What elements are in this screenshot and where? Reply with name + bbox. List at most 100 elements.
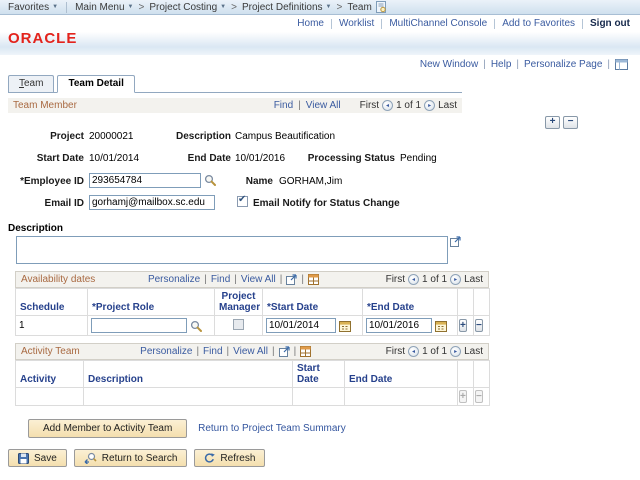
breadcrumb: Favorites ▼ Main Menu ▼ > Project Costin… bbox=[0, 0, 640, 15]
tab-team-detail[interactable]: Team Detail bbox=[57, 75, 135, 93]
breadcrumb-main-menu[interactable]: Main Menu ▼ bbox=[75, 2, 133, 13]
description-area bbox=[16, 236, 640, 264]
add-member-button[interactable]: Add Member to Activity Team bbox=[28, 419, 188, 438]
project-manager-checkbox[interactable] bbox=[233, 318, 244, 330]
project-role-input[interactable] bbox=[91, 318, 187, 333]
breadcrumb-team[interactable]: Team bbox=[347, 1, 386, 13]
help-link[interactable]: Help bbox=[491, 59, 512, 70]
next-row-button[interactable]: ▸ bbox=[450, 274, 462, 285]
employee-id-input[interactable] bbox=[89, 173, 201, 188]
personalize-link[interactable]: Personalize bbox=[140, 346, 192, 357]
link-divider: | bbox=[293, 346, 297, 357]
pager-first-label: First bbox=[385, 346, 406, 357]
grid-title: Availability dates bbox=[21, 274, 96, 285]
sign-out-link[interactable]: Sign out bbox=[590, 18, 630, 29]
previous-row-button[interactable]: ◂ bbox=[408, 346, 420, 357]
worklist-link[interactable]: Worklist bbox=[339, 18, 374, 29]
activity-team-table: Activity Description Start Date End Date… bbox=[15, 360, 490, 406]
return-to-summary-link[interactable]: Return to Project Team Summary bbox=[198, 423, 346, 434]
find-link[interactable]: Find bbox=[274, 100, 293, 111]
link-divider bbox=[494, 18, 496, 29]
home-link[interactable]: Home bbox=[297, 18, 324, 29]
availability-table: Schedule *Project Role Project Manager *… bbox=[15, 288, 490, 336]
tab-team[interactable]: Team bbox=[8, 75, 55, 92]
refresh-button[interactable]: Refresh bbox=[194, 449, 266, 467]
link-divider: | bbox=[516, 59, 519, 70]
chevron-down-icon: ▼ bbox=[52, 4, 59, 10]
view-all-link[interactable]: View All bbox=[241, 274, 276, 285]
add-cell: + bbox=[457, 387, 474, 406]
save-button[interactable]: Save bbox=[8, 449, 67, 467]
link-divider: | bbox=[271, 346, 275, 357]
expand-icon[interactable] bbox=[450, 236, 461, 247]
delete-row-button[interactable]: − bbox=[475, 319, 483, 332]
del-cell: − bbox=[473, 315, 490, 336]
page-icon[interactable] bbox=[375, 1, 387, 13]
find-link[interactable]: Find bbox=[211, 274, 230, 285]
toolbar: Save Return to Search Refresh bbox=[8, 449, 640, 467]
project-role-cell bbox=[87, 315, 215, 336]
breadcrumb-favorites[interactable]: Favorites ▼ bbox=[8, 2, 58, 13]
activity-team-row: + − bbox=[15, 387, 490, 406]
return-to-search-label: Return to Search bbox=[101, 452, 178, 464]
description-textarea[interactable] bbox=[16, 236, 448, 264]
pager-last-label: Last bbox=[438, 100, 457, 111]
breadcrumb-divider bbox=[66, 1, 68, 13]
add-row-button[interactable]: + bbox=[545, 116, 560, 129]
personalize-link[interactable]: Personalize bbox=[148, 274, 200, 285]
calendar-icon[interactable] bbox=[434, 320, 447, 332]
start-date-input[interactable] bbox=[266, 318, 336, 333]
view-all-link[interactable]: View All bbox=[306, 100, 341, 111]
popout-icon[interactable] bbox=[286, 274, 297, 285]
link-divider bbox=[582, 18, 583, 29]
link-divider: | bbox=[298, 100, 301, 111]
tab-bar: Team Team Detail bbox=[8, 75, 462, 93]
magnifier-icon[interactable] bbox=[190, 320, 202, 332]
delete-row-button[interactable]: − bbox=[475, 390, 483, 403]
download-icon[interactable] bbox=[307, 274, 319, 285]
activity-team-titlebar: Activity Team Personalize | Find | View … bbox=[15, 343, 489, 360]
next-row-button[interactable]: ▸ bbox=[424, 100, 436, 111]
del-cell: − bbox=[473, 387, 490, 406]
calendar-icon[interactable] bbox=[338, 320, 351, 332]
delete-row-button[interactable]: − bbox=[563, 116, 578, 129]
breadcrumb-project-definitions[interactable]: Project Definitions ▼ bbox=[242, 2, 332, 13]
view-all-link[interactable]: View All bbox=[233, 346, 268, 357]
previous-row-button[interactable]: ◂ bbox=[408, 274, 420, 285]
add-row-button[interactable]: + bbox=[459, 319, 467, 332]
return-to-search-button[interactable]: Return to Search bbox=[73, 449, 188, 467]
description-value: Campus Beautification bbox=[235, 131, 336, 142]
oracle-logo: ORACLE bbox=[8, 30, 78, 47]
email-notify-checkbox[interactable] bbox=[237, 194, 248, 207]
col-del bbox=[473, 360, 490, 388]
schedule-cell: 1 bbox=[15, 315, 88, 336]
breadcrumb-project-costing[interactable]: Project Costing ▼ bbox=[149, 2, 226, 13]
pager-last-label: Last bbox=[464, 346, 483, 357]
find-link[interactable]: Find bbox=[203, 346, 222, 357]
availability-links: Personalize | Find | View All | | bbox=[148, 274, 319, 285]
col-start-date: *Start Date bbox=[262, 288, 363, 316]
chevron-down-icon: ▼ bbox=[220, 4, 227, 10]
processing-status-value: Pending bbox=[400, 153, 437, 164]
name-label: Name bbox=[245, 176, 273, 187]
col-activity: Activity bbox=[15, 360, 84, 388]
col-add bbox=[457, 288, 474, 316]
personalize-page-link[interactable]: Personalize Page bbox=[524, 59, 602, 70]
popout-icon[interactable] bbox=[278, 346, 290, 357]
breadcrumb-separator: > bbox=[336, 1, 343, 13]
magnifier-icon[interactable] bbox=[204, 174, 216, 186]
end-date-input[interactable] bbox=[366, 318, 432, 333]
employee-id-label: *Employee ID bbox=[20, 176, 84, 187]
multichannel-console-link[interactable]: MultiChannel Console bbox=[389, 18, 487, 29]
add-to-favorites-link[interactable]: Add to Favorites bbox=[502, 18, 575, 29]
download-icon[interactable] bbox=[300, 346, 312, 357]
col-schedule: Schedule bbox=[15, 288, 88, 316]
layout-grid-icon[interactable] bbox=[615, 59, 628, 70]
project-manager-cell bbox=[214, 315, 263, 336]
new-window-link[interactable]: New Window bbox=[420, 59, 478, 70]
next-row-button[interactable]: ▸ bbox=[450, 346, 462, 357]
previous-row-button[interactable]: ◂ bbox=[382, 100, 394, 111]
col-description: Description bbox=[83, 360, 293, 388]
add-row-button[interactable]: + bbox=[459, 390, 467, 403]
email-id-input[interactable] bbox=[89, 195, 215, 210]
